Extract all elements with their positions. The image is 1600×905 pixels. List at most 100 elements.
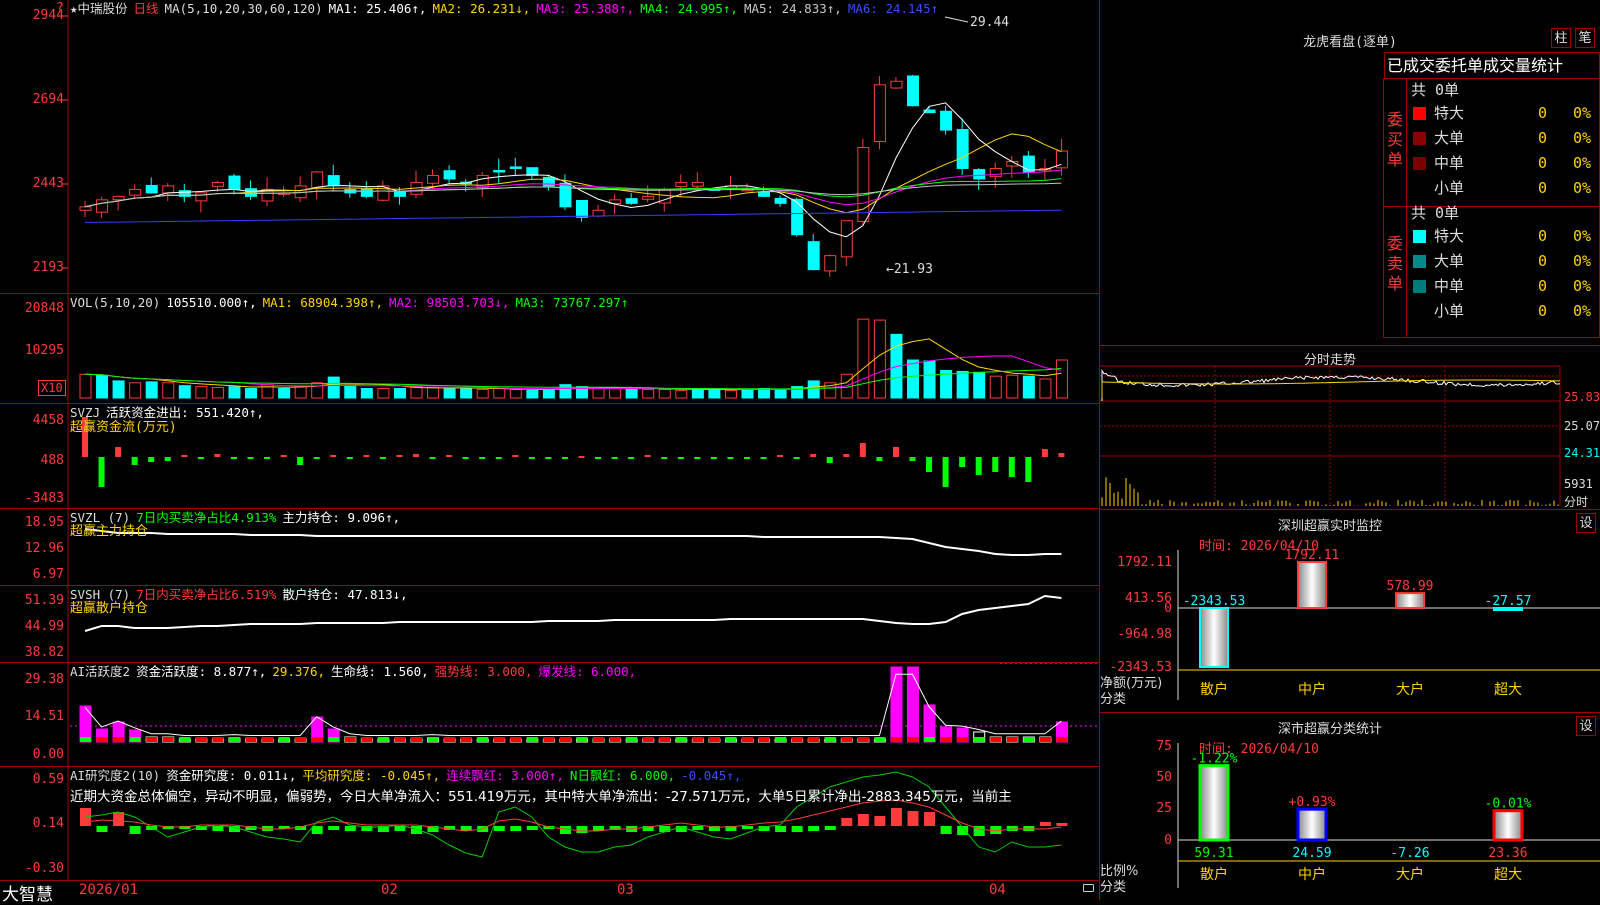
flow-bar [1008, 457, 1015, 477]
volume-bar [129, 382, 142, 399]
flow-bar [495, 457, 502, 459]
ai1-axis-label: 14.51 [24, 709, 64, 724]
activity-base-bar [940, 737, 952, 742]
sz-monitor-panel[interactable]: 深圳超赢实时监控 设 时间: 2026/04/10 1792.11 413.56 0… [1100, 510, 1600, 713]
vol-axis-label: 10295 [24, 343, 64, 358]
flow-bar [926, 457, 933, 472]
volume-bar [1039, 378, 1052, 399]
value-label: 59.31 [1194, 846, 1233, 861]
sell-swatch [1413, 255, 1426, 268]
candle-body [989, 167, 1002, 178]
ma-line [84, 133, 1062, 214]
activity-base-bar [957, 737, 969, 742]
research-bar [824, 826, 836, 830]
svzl-ratio: 7日内买卖净占比4.913% [136, 510, 277, 525]
flow-bar [1041, 449, 1048, 457]
volume-bar [96, 374, 109, 399]
dragon-tab[interactable]: 已成交委托单成交量统计 [1384, 52, 1600, 78]
sz-class-chart[interactable]: 75 50 25 0 -1.22% 59.31 散户 +0.93% 24.59 中户 -7.26 大户… [1100, 713, 1600, 900]
volume-bar [145, 381, 158, 399]
intraday-chart[interactable] [1100, 346, 1600, 511]
brand-logo[interactable]: 大智慧 [2, 880, 53, 905]
volume-bar [758, 388, 771, 399]
ratio-bar [1296, 807, 1328, 842]
flow-bar [744, 457, 750, 459]
flow-bar [826, 457, 833, 463]
activity-base-bar [708, 737, 720, 742]
flow-bar [446, 455, 453, 457]
activity-base-bar [510, 737, 522, 742]
svzj-panel[interactable]: SVZJ 活跃资金进出: 551.420↑, 超赢资金流(万元) 4458 488… [0, 404, 1099, 509]
kline-chart[interactable] [0, 0, 1099, 294]
activity-base-bar [1039, 737, 1051, 742]
period-label[interactable]: 日线 [134, 1, 159, 16]
sell-percent: 0% [1573, 302, 1592, 320]
volume-bar [344, 385, 357, 399]
intraday-axis-label: 25.07 [1564, 419, 1600, 433]
flow-bar [909, 457, 916, 461]
ai-research-panel[interactable]: AI研究度2(10) 资金研究度: 0.011↓, 平均研究度: -0.045↑, 连… [0, 767, 1099, 881]
svzj-definition: SVZJ [70, 405, 101, 420]
category-label: 大户 [1396, 866, 1424, 883]
research-bar [940, 826, 952, 834]
buy-swatch [1413, 107, 1426, 120]
column-view-button[interactable]: 柱 [1551, 28, 1571, 48]
value-bar [1199, 607, 1229, 668]
ai-activity-panel[interactable]: AI活跃度2 资金活跃度: 8.877↑, 29.376, 生命线: 1.560, 强势… [0, 663, 1099, 767]
activity-base-bar [907, 737, 919, 742]
svzl-axis-label: 18.95 [24, 515, 64, 530]
ma6-value: MA6: 24.145↑ [847, 1, 939, 16]
svzl-panel[interactable]: SVZL (7) 7日内买卖净占比4.913% 主力持仓: 9.096↑, 超赢主力… [0, 509, 1099, 586]
sz-monitor-chart[interactable]: 1792.11413.560-964.98-2343.53-2343.53散户1… [1100, 510, 1600, 713]
tick-view-button[interactable]: 笔 [1575, 28, 1595, 48]
ai2-n-day: N日飘红: 6.000, [569, 768, 676, 783]
ma4-value: MA4: 24.995↑, [640, 1, 738, 16]
volume-bar [592, 388, 605, 399]
svzj-axis-label: -3483 [24, 491, 64, 506]
ai2-axis-label: 0.14 [32, 816, 64, 831]
date-label: 03 [617, 882, 634, 898]
ai1-strong-line: 强势线: 3.000, [434, 664, 533, 679]
activity-base-bar [642, 737, 654, 742]
volume-chart[interactable] [0, 294, 1099, 404]
svsh-holding: 散户持仓: 47.813↓, [282, 587, 408, 602]
buy-count: 0 [1538, 129, 1548, 147]
research-bar [96, 826, 108, 832]
activity-bar [890, 666, 903, 743]
svsh-panel[interactable]: SVSH (7) 7日内买卖净占比6.519% 散户持仓: 47.813↓, 超赢散… [0, 586, 1099, 663]
activity-base-bar [626, 737, 638, 742]
lock-icon[interactable] [1083, 884, 1094, 892]
value-label: 578.99 [1387, 579, 1434, 594]
flow-bar [396, 455, 403, 457]
research-bar [311, 826, 323, 834]
flow-bar [777, 455, 784, 457]
ma-definition: MA(5,10,20,30,60,120) [164, 1, 323, 16]
activity-base-bar [990, 737, 1002, 742]
ai2-average: 平均研究度: -0.045↑, [302, 768, 441, 783]
activity-base-bar [593, 737, 605, 742]
volume-panel[interactable]: VOL(5,10,20) 105510.000↑, MA1: 68904.398↑,… [0, 294, 1099, 404]
kline-panel[interactable]: ? ★中瑞股份 日线 MA(5,10,20,30,60,120) MA1: 25.40… [0, 0, 1099, 294]
candle-body [211, 181, 224, 187]
category-label: 散户 [1200, 866, 1228, 883]
flow-bar [297, 457, 304, 465]
stock-name[interactable]: ★中瑞股份 [70, 1, 128, 16]
activity-base-bar [311, 737, 323, 742]
research-bar [742, 826, 753, 829]
intraday-panel[interactable]: 分时走势 25.83 25.07 24.31 5931 分时 [1100, 345, 1600, 510]
candle-body [675, 181, 688, 188]
activity-base-bar [1023, 737, 1035, 742]
activity-base-bar [328, 737, 340, 742]
activity-base-bar [377, 737, 389, 742]
volume-bar [923, 360, 936, 399]
vol-unit-button[interactable]: X10 [38, 380, 66, 396]
sell-percent: 0% [1573, 277, 1592, 295]
flow-bar [346, 457, 353, 459]
activity-base-bar [1056, 737, 1068, 742]
candle-body [559, 182, 572, 208]
y-tick-label: -964.98 [1117, 627, 1172, 642]
buy-orders-label: 委买单 [1387, 110, 1404, 169]
research-bar [924, 812, 936, 826]
sz-class-panel[interactable]: 深市超赢分类统计 设 时间: 2026/04/10 75 50 25 0 -1.22% 5… [1100, 713, 1600, 900]
flow-bar [710, 457, 717, 459]
